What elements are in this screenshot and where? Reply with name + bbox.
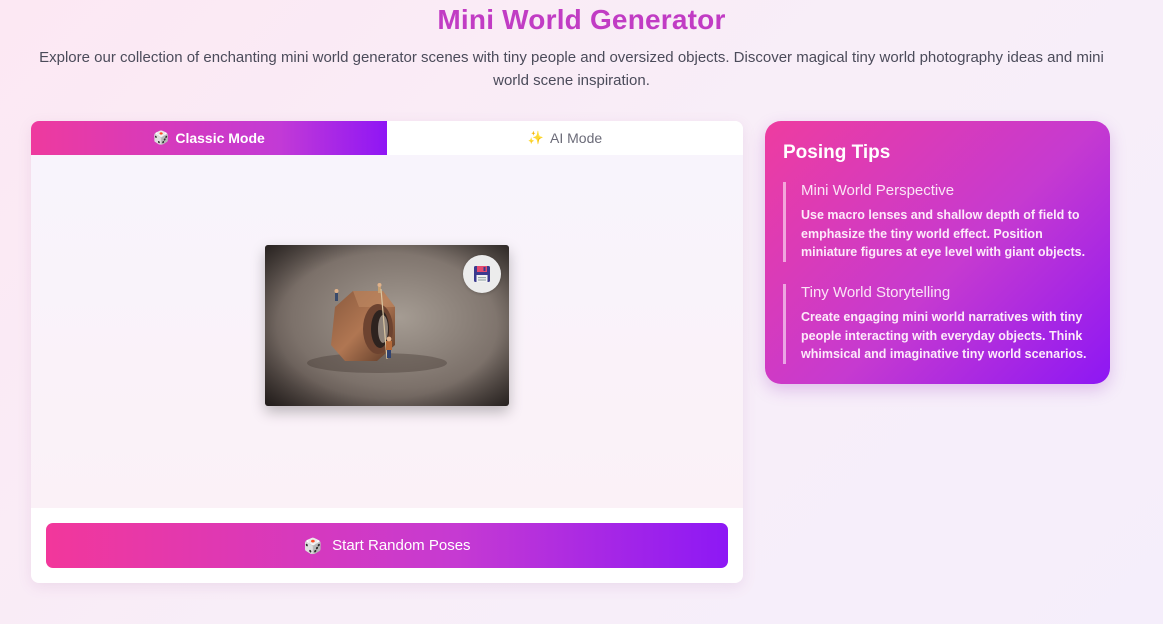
tip-mini-world-perspective: Mini World Perspective Use macro lenses … xyxy=(783,182,1093,262)
mini-world-photo xyxy=(265,245,509,406)
page-title: Mini World Generator xyxy=(437,4,726,35)
mode-tabs: 🎲 Classic Mode ✨ AI Mode xyxy=(31,121,743,155)
dice-icon: 🎲 xyxy=(303,537,323,555)
tip-text: Create engaging mini world narratives wi… xyxy=(801,310,1087,361)
generator-card: 🎲 Classic Mode ✨ AI Mode 🎲 Start Random … xyxy=(31,121,743,583)
dice-icon: 🎲 xyxy=(153,130,170,145)
image-stage xyxy=(31,155,743,508)
tip-title: Tiny World Storytelling xyxy=(801,284,951,301)
tab-classic-mode-label: Classic Mode xyxy=(175,130,265,146)
sparkles-icon: ✨ xyxy=(527,130,545,145)
page-subtitle: Explore our collection of enchanting min… xyxy=(39,49,1104,89)
tab-ai-mode[interactable]: ✨ AI Mode xyxy=(387,121,743,155)
tip-title: Mini World Perspective xyxy=(801,182,955,199)
floppy-disk-icon xyxy=(474,266,490,282)
save-image-button[interactable] xyxy=(463,255,501,293)
posing-tips-card: Posing Tips Mini World Perspective Use m… xyxy=(765,121,1110,384)
tab-classic-mode[interactable]: 🎲 Classic Mode xyxy=(31,121,387,155)
tab-ai-mode-label: AI Mode xyxy=(550,130,603,146)
posing-tips-title: Posing Tips xyxy=(783,142,891,163)
start-random-poses-button[interactable]: 🎲 Start Random Poses xyxy=(46,523,728,568)
start-random-poses-label: Start Random Poses xyxy=(332,537,471,554)
tip-tiny-world-storytelling: Tiny World Storytelling Create engaging … xyxy=(783,284,1093,364)
tip-text: Use macro lenses and shallow depth of fi… xyxy=(801,208,1086,259)
